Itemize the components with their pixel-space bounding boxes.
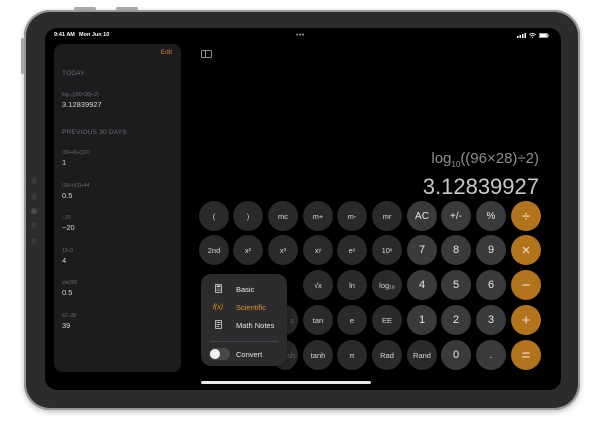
history-result[interactable]: 4 bbox=[62, 256, 66, 265]
history-result[interactable]: 0.5 bbox=[62, 191, 72, 200]
today-header: TODAY bbox=[62, 70, 85, 77]
history-expression[interactable]: log₁₀((96×28)÷2) bbox=[62, 92, 99, 98]
key-log10[interactable]: log₁₀ bbox=[372, 270, 402, 300]
key-2[interactable]: 2 bbox=[441, 305, 471, 335]
menu-label: Math Notes bbox=[236, 320, 275, 330]
edit-button[interactable]: Edit bbox=[161, 49, 172, 56]
key-3[interactable]: 3 bbox=[476, 305, 506, 335]
battery-icon bbox=[539, 33, 549, 38]
key-tan[interactable]: tan bbox=[303, 305, 333, 335]
menu-item-convert[interactable]: Convert bbox=[201, 345, 287, 363]
top-button-right bbox=[116, 7, 138, 10]
key-divide[interactable]: ÷ bbox=[511, 201, 541, 231]
history-expression[interactable]: sin(30) bbox=[62, 280, 77, 286]
key-all-clear[interactable]: AC bbox=[407, 201, 437, 231]
calculator-screen: 9:41 AM Mon Jun 10 ••• Edit TODAY log₁₀(… bbox=[45, 28, 561, 390]
side-sensor bbox=[31, 222, 37, 228]
key-subtract[interactable]: − bbox=[511, 270, 541, 300]
key-m-plus[interactable]: m+ bbox=[303, 201, 333, 231]
key-square-root[interactable]: √x bbox=[303, 270, 333, 300]
menu-label: Convert bbox=[236, 349, 263, 359]
key-1[interactable]: 1 bbox=[407, 305, 437, 335]
key-2nd[interactable]: 2nd bbox=[199, 235, 229, 265]
key-8[interactable]: 8 bbox=[441, 235, 471, 265]
key-mr[interactable]: mr bbox=[372, 201, 402, 231]
key-decimal[interactable]: . bbox=[476, 340, 506, 370]
key-x-power-y[interactable]: xʸ bbox=[303, 235, 333, 265]
side-button bbox=[21, 38, 24, 74]
key-mc[interactable]: mc bbox=[268, 201, 298, 231]
history-sidebar: Edit TODAY log₁₀((96×28)÷2) 3.12839927 P… bbox=[54, 44, 181, 372]
calculator-icon bbox=[212, 283, 224, 295]
home-indicator[interactable] bbox=[201, 381, 371, 384]
key-tanh[interactable]: tanh bbox=[303, 340, 333, 370]
function-icon: f(x) bbox=[212, 303, 224, 311]
side-sensor bbox=[31, 238, 37, 244]
cellular-icon bbox=[517, 33, 526, 38]
history-expression[interactable]: 67−28 bbox=[62, 313, 76, 319]
key-7[interactable]: 7 bbox=[407, 235, 437, 265]
key-x-squared[interactable]: x² bbox=[233, 235, 263, 265]
mode-menu: Basic f(x) Scientific Math Notes Convert bbox=[201, 274, 287, 366]
convert-toggle[interactable] bbox=[209, 348, 230, 360]
status-indicators bbox=[517, 33, 549, 38]
key-close-paren[interactable]: ) bbox=[233, 201, 263, 231]
history-result[interactable]: 0.5 bbox=[62, 288, 72, 297]
key-x-cubed[interactable]: x³ bbox=[268, 235, 298, 265]
history-result[interactable]: −20 bbox=[62, 223, 75, 232]
key-6[interactable]: 6 bbox=[476, 270, 506, 300]
menu-divider bbox=[210, 341, 278, 342]
key-multiply[interactable]: × bbox=[511, 235, 541, 265]
menu-item-math-notes[interactable]: Math Notes bbox=[201, 316, 287, 334]
key-e[interactable]: e bbox=[337, 305, 367, 335]
menu-label: Scientific bbox=[236, 302, 267, 312]
menu-item-scientific[interactable]: f(x) Scientific bbox=[201, 298, 287, 316]
notes-icon bbox=[212, 319, 224, 331]
toggle-knob bbox=[210, 349, 220, 359]
more-options-icon[interactable]: ••• bbox=[296, 32, 305, 39]
key-9[interactable]: 9 bbox=[476, 235, 506, 265]
key-pi[interactable]: π bbox=[337, 340, 367, 370]
top-button-left bbox=[74, 7, 96, 10]
key-0[interactable]: 0 bbox=[441, 340, 471, 370]
menu-label: Basic bbox=[236, 284, 255, 294]
sidebar-toggle-icon[interactable] bbox=[201, 50, 212, 58]
history-result[interactable]: 39 bbox=[62, 321, 70, 330]
key-ee[interactable]: EE bbox=[372, 305, 402, 335]
side-sensor bbox=[31, 194, 37, 200]
key-4[interactable]: 4 bbox=[407, 270, 437, 300]
side-sensor bbox=[31, 178, 37, 184]
key-add[interactable]: + bbox=[511, 305, 541, 335]
key-rad[interactable]: Rad bbox=[372, 340, 402, 370]
status-time: 9:41 AM bbox=[54, 32, 75, 38]
key-5[interactable]: 5 bbox=[441, 270, 471, 300]
history-expression[interactable]: −20 bbox=[62, 215, 70, 221]
status-date: Mon Jun 10 bbox=[79, 32, 110, 38]
key-ln[interactable]: ln bbox=[337, 270, 367, 300]
key-m-minus[interactable]: m- bbox=[337, 201, 367, 231]
key-equals[interactable]: = bbox=[511, 340, 541, 370]
history-result[interactable]: 1 bbox=[62, 158, 66, 167]
history-result[interactable]: 3.12839927 bbox=[62, 100, 102, 109]
menu-item-basic[interactable]: Basic bbox=[201, 280, 287, 298]
side-camera bbox=[31, 208, 37, 214]
key-plus-minus[interactable]: +/- bbox=[441, 201, 471, 231]
history-expression[interactable]: (36+4)÷(12²) bbox=[62, 150, 90, 156]
history-expression[interactable]: (16²+52)÷44 bbox=[62, 183, 89, 189]
key-ten-power-x[interactable]: 10ˣ bbox=[372, 235, 402, 265]
display-expression: log10((96×28)÷2) bbox=[431, 150, 539, 169]
key-rand[interactable]: Rand bbox=[407, 340, 437, 370]
wifi-icon bbox=[529, 33, 536, 38]
key-percent[interactable]: % bbox=[476, 201, 506, 231]
history-expression[interactable]: 12÷3 bbox=[62, 248, 73, 254]
display-result: 3.12839927 bbox=[422, 174, 539, 199]
key-e-power-x[interactable]: eˣ bbox=[337, 235, 367, 265]
key-open-paren[interactable]: ( bbox=[199, 201, 229, 231]
previous-header: PREVIOUS 30 DAYS bbox=[62, 129, 127, 136]
